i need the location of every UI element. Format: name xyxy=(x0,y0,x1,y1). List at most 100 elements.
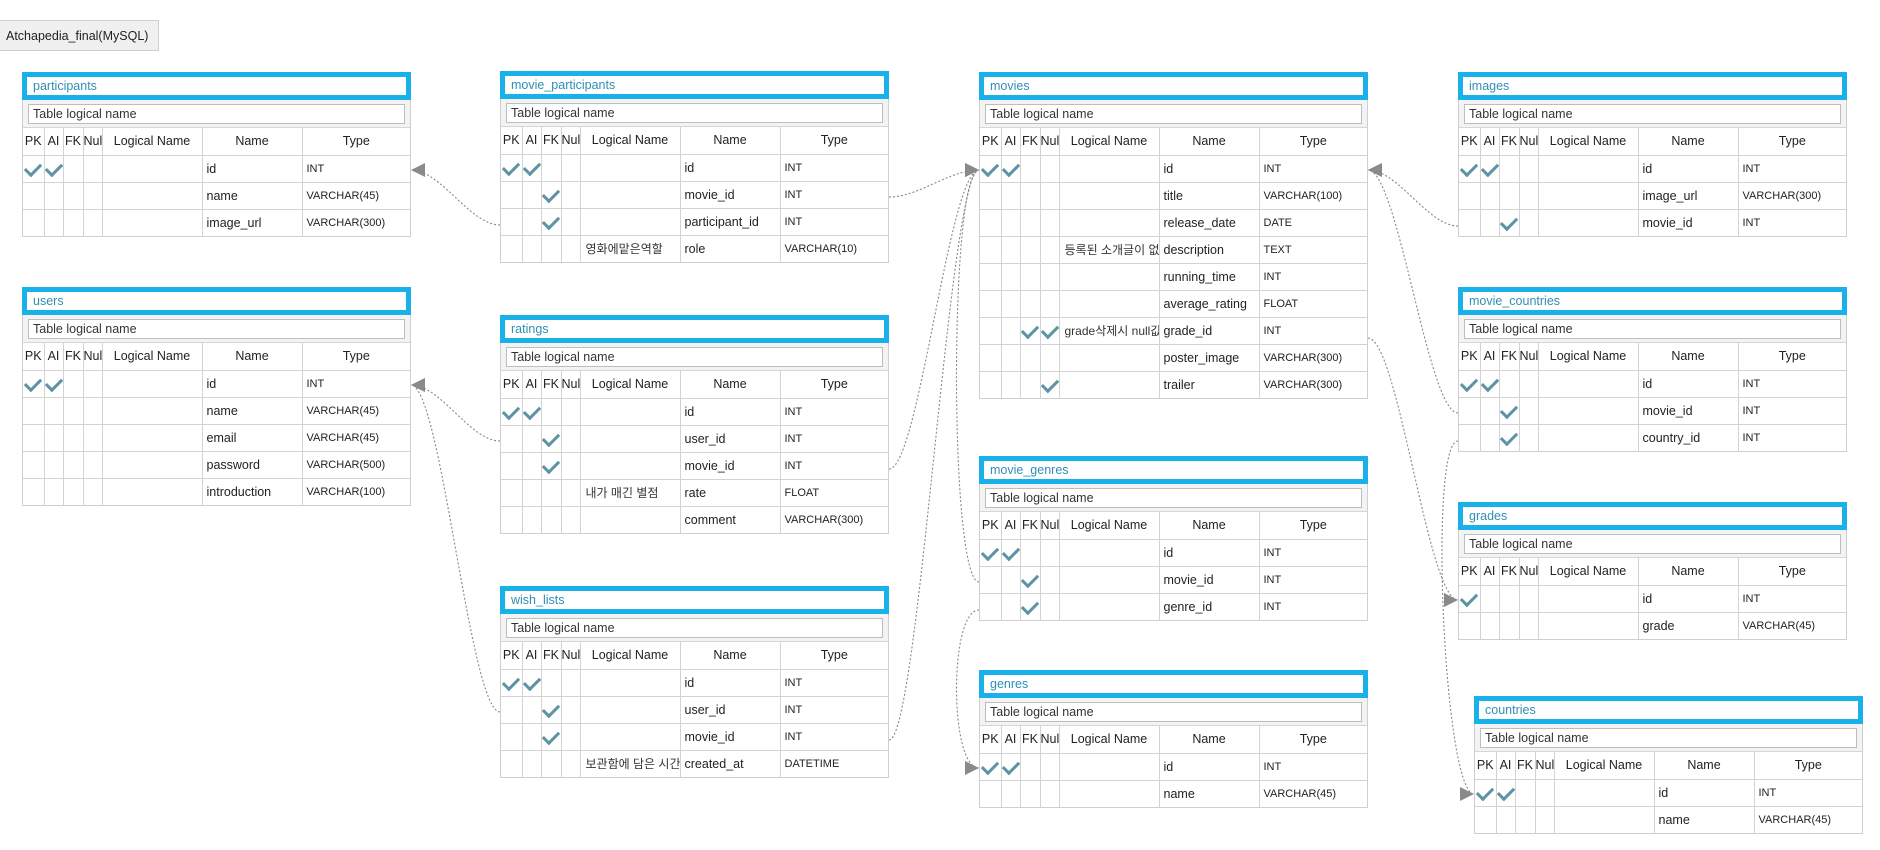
column-name[interactable]: rate xyxy=(680,479,781,507)
fk-checkbox[interactable] xyxy=(1020,209,1041,237)
column-name[interactable]: participant_id xyxy=(680,208,781,236)
fk-checkbox[interactable] xyxy=(63,209,84,236)
column-row[interactable]: name VARCHAR(45) xyxy=(980,780,1367,807)
column-name[interactable]: movie_id xyxy=(680,181,781,209)
relation-line-4[interactable] xyxy=(410,378,501,713)
pk-checkbox[interactable] xyxy=(980,290,1002,318)
fk-checkbox[interactable] xyxy=(63,451,84,479)
column-row[interactable]: id INT xyxy=(980,155,1367,183)
ai-checkbox[interactable] xyxy=(522,235,542,262)
column-row[interactable]: country_id INT xyxy=(1459,424,1846,451)
fk-checkbox[interactable] xyxy=(541,506,562,533)
column-type[interactable]: VARCHAR(300) xyxy=(780,506,888,533)
null-checkbox[interactable] xyxy=(1519,155,1539,183)
column-row[interactable]: id INT xyxy=(980,753,1367,781)
table-movie-participants[interactable]: movie_participants PKAIFKNullLogical Name… xyxy=(500,71,889,263)
relation-line-0[interactable] xyxy=(410,163,501,226)
pk-checkbox[interactable] xyxy=(23,478,45,505)
column-type[interactable]: INT xyxy=(780,723,888,751)
column-name[interactable]: comment xyxy=(680,506,781,533)
ai-checkbox[interactable] xyxy=(1496,806,1516,833)
null-checkbox[interactable] xyxy=(1040,753,1060,781)
table-title[interactable]: movies xyxy=(979,72,1368,100)
null-checkbox[interactable] xyxy=(1040,539,1060,567)
column-row[interactable]: grade VARCHAR(45) xyxy=(1459,612,1846,639)
column-type[interactable]: VARCHAR(300) xyxy=(1259,344,1367,372)
relation-line-3[interactable] xyxy=(888,163,980,470)
pk-checkbox[interactable] xyxy=(23,424,45,452)
fk-checkbox[interactable] xyxy=(1020,780,1041,807)
column-logical-name[interactable] xyxy=(580,506,681,533)
column-type[interactable]: INT xyxy=(780,696,888,724)
ai-checkbox[interactable] xyxy=(44,424,64,452)
fk-checkbox[interactable] xyxy=(541,696,562,724)
column-name[interactable]: id xyxy=(1159,753,1260,781)
column-logical-name[interactable] xyxy=(1059,780,1160,807)
column-type[interactable]: INT xyxy=(780,398,888,426)
column-type[interactable]: INT xyxy=(1738,370,1846,398)
ai-checkbox[interactable] xyxy=(1480,155,1500,183)
null-checkbox[interactable] xyxy=(1519,370,1539,398)
table-title[interactable]: movie_countries xyxy=(1458,287,1847,315)
column-type[interactable]: INT xyxy=(1259,263,1367,291)
fk-checkbox[interactable] xyxy=(1499,397,1520,425)
column-row[interactable]: average_rating FLOAT xyxy=(980,290,1367,318)
column-type[interactable]: VARCHAR(300) xyxy=(302,209,410,236)
ai-checkbox[interactable] xyxy=(522,506,542,533)
table-title[interactable]: users xyxy=(22,287,411,315)
ai-checkbox[interactable] xyxy=(522,425,542,453)
column-name[interactable]: id xyxy=(202,370,303,398)
column-logical-name[interactable] xyxy=(580,696,681,724)
column-row[interactable]: name VARCHAR(45) xyxy=(23,397,410,425)
ai-checkbox[interactable] xyxy=(44,182,64,210)
column-row[interactable]: id INT xyxy=(1459,155,1846,183)
fk-checkbox[interactable] xyxy=(541,235,562,262)
column-name[interactable]: average_rating xyxy=(1159,290,1260,318)
column-name[interactable]: id xyxy=(1638,370,1739,398)
pk-checkbox[interactable] xyxy=(501,750,523,777)
null-checkbox[interactable] xyxy=(83,209,103,236)
column-row[interactable]: id INT xyxy=(1475,779,1862,807)
table-title[interactable]: images xyxy=(1458,72,1847,100)
column-logical-name[interactable] xyxy=(1538,155,1639,183)
null-checkbox[interactable] xyxy=(83,397,103,425)
column-type[interactable]: VARCHAR(45) xyxy=(302,182,410,210)
ai-checkbox[interactable] xyxy=(1001,371,1021,398)
pk-checkbox[interactable] xyxy=(501,506,523,533)
column-logical-name[interactable] xyxy=(580,669,681,697)
column-logical-name[interactable] xyxy=(580,208,681,236)
ai-checkbox[interactable] xyxy=(44,209,64,236)
column-name[interactable]: id xyxy=(1159,155,1260,183)
ai-checkbox[interactable] xyxy=(1496,779,1516,807)
column-row[interactable]: name VARCHAR(45) xyxy=(1475,806,1862,833)
ai-checkbox[interactable] xyxy=(522,669,542,697)
null-checkbox[interactable] xyxy=(1519,182,1539,210)
column-logical-name[interactable] xyxy=(102,182,203,210)
fk-checkbox[interactable] xyxy=(541,750,562,777)
pk-checkbox[interactable] xyxy=(1459,155,1481,183)
pk-checkbox[interactable] xyxy=(23,155,45,183)
column-logical-name[interactable] xyxy=(1059,539,1160,567)
column-name[interactable]: running_time xyxy=(1159,263,1260,291)
ai-checkbox[interactable] xyxy=(1480,209,1500,236)
column-logical-name[interactable] xyxy=(102,155,203,183)
column-row[interactable]: comment VARCHAR(300) xyxy=(501,506,888,533)
ai-checkbox[interactable] xyxy=(44,155,64,183)
null-checkbox[interactable] xyxy=(561,696,581,724)
ai-checkbox[interactable] xyxy=(1001,753,1021,781)
column-name[interactable]: image_url xyxy=(202,209,303,236)
pk-checkbox[interactable] xyxy=(501,425,523,453)
column-name[interactable]: title xyxy=(1159,182,1260,210)
column-row[interactable]: image_url VARCHAR(300) xyxy=(23,209,410,236)
table-title[interactable]: genres xyxy=(979,670,1368,698)
column-type[interactable]: INT xyxy=(1754,779,1862,807)
pk-checkbox[interactable] xyxy=(23,370,45,398)
pk-checkbox[interactable] xyxy=(501,154,523,182)
column-row[interactable]: introduction VARCHAR(100) xyxy=(23,478,410,505)
relation-line-6[interactable] xyxy=(955,163,980,583)
pk-checkbox[interactable] xyxy=(501,208,523,236)
relation-line-7[interactable] xyxy=(956,609,980,775)
pk-checkbox[interactable] xyxy=(980,593,1002,620)
column-logical-name[interactable] xyxy=(1538,182,1639,210)
column-logical-name[interactable] xyxy=(580,181,681,209)
